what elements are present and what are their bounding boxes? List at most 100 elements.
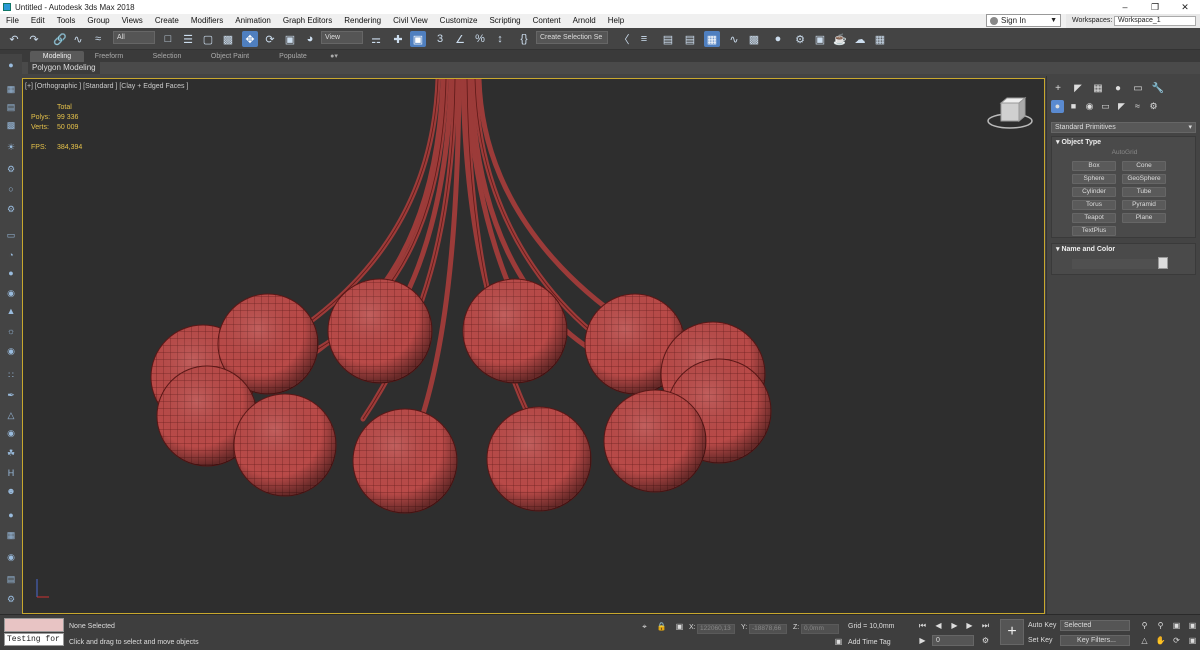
tab-modeling[interactable]: Modeling	[30, 51, 84, 62]
menu-views[interactable]: Views	[116, 14, 149, 28]
spacewarp-icon[interactable]: ⚙	[3, 202, 19, 216]
geosphere-icon[interactable]: ◉	[3, 344, 19, 358]
sphere-primitive-icon[interactable]: ●	[3, 266, 19, 280]
render-icon[interactable]: ◉	[3, 550, 19, 564]
hf-icon[interactable]: H	[3, 466, 19, 480]
leaf-icon[interactable]: ☘	[3, 446, 19, 460]
isolate-selection-icon[interactable]: ⌖	[638, 621, 651, 632]
perspective-viewport[interactable]: [+] [Orthographic ] [Standard ] [Clay + …	[22, 78, 1045, 614]
rendered-frame-window-icon[interactable]: ▣	[812, 31, 828, 47]
workspace-dropdown[interactable]: Workspace_1	[1114, 16, 1196, 26]
render-in-cloud-icon[interactable]: ☁	[852, 31, 868, 47]
select-and-rotate-icon[interactable]: ⟳	[262, 31, 278, 47]
particle-icon[interactable]: ∷	[3, 368, 19, 382]
geometry-icon[interactable]: ●	[1051, 100, 1064, 113]
box-button[interactable]: Box	[1072, 161, 1116, 171]
maxscript-mini-listener[interactable]: Testing for :	[4, 633, 64, 646]
mesh-icon[interactable]: △	[3, 408, 19, 422]
menu-group[interactable]: Group	[81, 14, 115, 28]
rectangle-selection-icon[interactable]: ▢	[200, 31, 216, 47]
maximize-viewport-icon[interactable]: ▣	[1186, 635, 1199, 646]
mirror-icon[interactable]: 〈	[616, 31, 632, 47]
bind-spacewarp-icon[interactable]: ≈	[90, 31, 106, 47]
menu-create[interactable]: Create	[149, 14, 185, 28]
menu-civil-view[interactable]: Civil View	[387, 14, 434, 28]
pivot-center-icon[interactable]: ⚎	[368, 31, 384, 47]
key-mode-icon[interactable]: ▶	[916, 635, 929, 646]
pan-view-icon[interactable]: ✋	[1154, 635, 1167, 646]
play-icon[interactable]: ▶	[948, 620, 961, 631]
helpers-icon[interactable]: ◤	[1115, 100, 1128, 113]
scene-explorer-side-icon[interactable]: ▦	[3, 82, 19, 96]
orbit-icon[interactable]: ⟳	[1170, 635, 1183, 646]
set-keys-icon[interactable]: +	[1000, 619, 1024, 645]
light-icon[interactable]: ☀	[3, 140, 19, 154]
hemisphere-icon[interactable]: ◔	[3, 248, 19, 262]
material-editor-icon[interactable]: ●	[770, 31, 786, 47]
window-crossing-icon[interactable]: ▩	[220, 31, 236, 47]
tube-button[interactable]: Tube	[1122, 187, 1166, 197]
scene-explorer-icon[interactable]: ▤	[660, 31, 676, 47]
key-selection-dropdown[interactable]: Selected	[1060, 620, 1130, 631]
undo-icon[interactable]: ↶	[6, 31, 22, 47]
angle-snap-icon[interactable]: ∠	[452, 31, 468, 47]
toggle-ribbon-icon[interactable]: ▦	[704, 31, 720, 47]
selection-filter-dropdown[interactable]: All	[113, 31, 155, 44]
hierarchy-tab-icon[interactable]: ▦	[1091, 82, 1105, 96]
key-filters-button[interactable]: Key Filters...	[1060, 635, 1130, 646]
menu-help[interactable]: Help	[602, 14, 630, 28]
menu-content[interactable]: Content	[527, 14, 567, 28]
maxscript-listener-area[interactable]	[4, 618, 64, 632]
sign-in-dropdown[interactable]: Sign In ▼	[986, 14, 1061, 27]
menu-scripting[interactable]: Scripting	[483, 14, 526, 28]
spinner-snap-icon[interactable]: ↕	[492, 31, 508, 47]
unlink-icon[interactable]: ∿	[70, 31, 86, 47]
menu-file[interactable]: File	[0, 14, 25, 28]
field-of-view-icon[interactable]: △	[1138, 635, 1151, 646]
zoom-extents-all-icon[interactable]: ▣	[1186, 620, 1199, 631]
object-color-swatch[interactable]	[1158, 257, 1168, 269]
lights-icon[interactable]: ◉	[1083, 100, 1096, 113]
current-frame-field[interactable]: 0	[932, 635, 974, 646]
torus-button[interactable]: Torus	[1072, 200, 1116, 210]
time-config-icon[interactable]: ⚙	[979, 635, 992, 646]
add-time-tag[interactable]: Add Time Tag	[848, 639, 891, 646]
systems-icon[interactable]: ⚙	[1147, 100, 1160, 113]
zoom-extents-icon[interactable]: ▣	[1170, 620, 1183, 631]
keyboard-shortcut-override-icon[interactable]: ▣	[410, 31, 426, 47]
y-coordinate[interactable]: -18878,66	[749, 624, 787, 634]
align-icon[interactable]: ≡	[636, 31, 652, 47]
viewport-layout-icon[interactable]: ●	[3, 58, 19, 72]
select-and-scale-icon[interactable]: ▣	[282, 31, 298, 47]
settings-icon[interactable]: ⚙	[3, 592, 19, 606]
ribbon-options-icon[interactable]: ●▾	[324, 51, 344, 62]
view-cube[interactable]	[987, 96, 1033, 129]
box-primitive-icon[interactable]: ▭	[3, 228, 19, 242]
next-frame-icon[interactable]: ▶	[963, 620, 976, 631]
geosphere-button[interactable]: GeoSphere	[1122, 174, 1166, 184]
render-production-icon[interactable]: ☕	[832, 31, 848, 47]
time-tag-icon[interactable]: ▣	[832, 636, 845, 647]
redo-icon[interactable]: ↷	[26, 31, 42, 47]
close-button[interactable]: ✕	[1170, 0, 1200, 14]
object-name-input[interactable]	[1072, 259, 1158, 269]
layer-manager-icon[interactable]: ▦	[3, 528, 19, 542]
select-and-place-icon[interactable]: ◕	[302, 31, 318, 47]
container-side-icon[interactable]: ▩	[3, 118, 19, 132]
teapot-button[interactable]: Teapot	[1072, 213, 1116, 223]
torus-knot-icon[interactable]: ◉	[3, 286, 19, 300]
sun-icon[interactable]: ☼	[3, 324, 19, 338]
menu-edit[interactable]: Edit	[25, 14, 51, 28]
set-key-button[interactable]: Set Key	[1028, 637, 1053, 644]
a360-gallery-icon[interactable]: ▦	[872, 31, 888, 47]
character-icon[interactable]: ☻	[3, 484, 19, 498]
tab-object-paint[interactable]: Object Paint	[200, 51, 260, 62]
zoom-icon[interactable]: ⚲	[1138, 620, 1151, 631]
brush-icon[interactable]: ✒	[3, 388, 19, 402]
z-coordinate[interactable]: 0,0mm	[801, 624, 839, 634]
cylinder-button[interactable]: Cylinder	[1072, 187, 1116, 197]
textplus-button[interactable]: TextPlus	[1072, 226, 1116, 236]
select-by-name-icon[interactable]: ☰	[180, 31, 196, 47]
select-manipulate-icon[interactable]: ✚	[390, 31, 406, 47]
modify-tab-icon[interactable]: ◤	[1071, 82, 1085, 96]
